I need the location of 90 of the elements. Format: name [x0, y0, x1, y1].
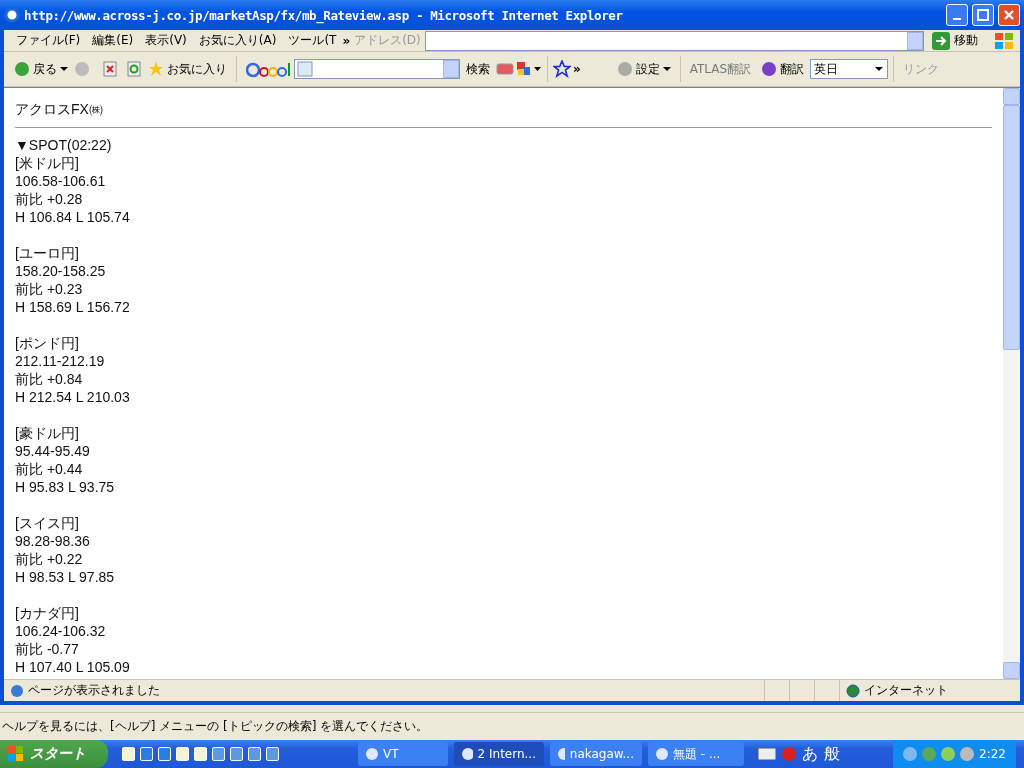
clock: 2:22	[979, 747, 1006, 761]
high-low-range: H 95.83 L 93.75	[15, 478, 116, 496]
quick-launch-icon[interactable]	[140, 747, 153, 761]
atlas-translate-label: ATLAS翻訳	[688, 60, 753, 78]
blocks-icon[interactable]	[516, 61, 542, 77]
currency-name: [米ドル円]	[15, 154, 80, 172]
taskbar-button[interactable]: VT	[358, 742, 448, 766]
caret-icon	[60, 66, 68, 72]
favorites-button[interactable]: お気に入り	[144, 60, 231, 78]
bid-ask-quote: 98.28-98.36	[15, 532, 91, 550]
maximize-icon	[977, 9, 989, 21]
minimize-icon	[953, 18, 961, 20]
ime-indicator[interactable]: あ	[802, 743, 818, 765]
menu-item[interactable]: 編集(E)	[86, 32, 140, 49]
quick-launch-icon[interactable]	[266, 747, 279, 761]
page-heading: アクロスFX㈱	[15, 100, 104, 118]
more-menu-chevron[interactable]: »	[342, 33, 351, 48]
star-icon	[148, 61, 164, 77]
price-change: 前比 +0.22	[15, 550, 84, 568]
settings-button[interactable]: 設定	[612, 60, 675, 78]
more-toolbar-chevron[interactable]: »	[573, 62, 581, 76]
windows-logo-icon	[8, 746, 24, 762]
price-change: 前比 +0.28	[15, 190, 84, 208]
price-change: 前比 +0.84	[15, 370, 84, 388]
status-message: ページが表示されました	[28, 682, 160, 699]
menu-item[interactable]: ファイル(F)	[10, 32, 87, 49]
minimize-button[interactable]	[946, 4, 968, 26]
scrollbar[interactable]	[1003, 88, 1020, 679]
tray-icon[interactable]	[960, 747, 975, 761]
ime-indicator[interactable]: 般	[824, 743, 840, 765]
menu-item[interactable]: 表示(V)	[139, 32, 193, 49]
quick-launch-icon[interactable]	[230, 747, 243, 761]
high-low-range: H 212.54 L 210.03	[15, 388, 131, 406]
high-low-range: H 107.40 L 105.09	[15, 658, 131, 676]
stop-icon[interactable]	[102, 61, 118, 77]
currency-name: [豪ドル円]	[15, 424, 80, 442]
bid-ask-quote: 95.44-95.49	[15, 442, 91, 460]
menu-item[interactable]: お気に入り(A)	[192, 32, 283, 49]
address-label: アドレス(D)	[353, 32, 422, 49]
currency-name: [スイス円]	[15, 514, 80, 532]
spot-time: ▼SPOT(02:22)	[15, 136, 113, 154]
quick-launch-icon[interactable]	[212, 747, 225, 761]
windows-logo-icon	[994, 31, 1014, 50]
taskbar-button[interactable]: nakagaw...	[550, 742, 642, 766]
taskbar-button[interactable]: 無題 - ...	[648, 742, 744, 766]
tray-icon[interactable]	[941, 747, 956, 761]
taskbar-button[interactable]: 2 Intern...	[454, 742, 544, 766]
price-change: 前比 +0.44	[15, 460, 84, 478]
circle-icon	[616, 61, 633, 77]
menu-item[interactable]: ツール(T	[282, 32, 343, 49]
app-icon	[366, 748, 378, 760]
browser-icon	[4, 7, 20, 23]
app-icon	[462, 748, 473, 760]
security-zone: インターネット	[864, 682, 948, 699]
maximize-button[interactable]	[972, 4, 994, 26]
bid-ask-quote: 158.20-158.25	[15, 262, 107, 280]
quick-launch-icon[interactable]	[158, 747, 171, 761]
bid-ask-quote: 212.11-212.19	[15, 352, 106, 370]
translate-button[interactable]: 翻訳	[757, 60, 809, 78]
high-low-range: H 98.53 L 97.85	[15, 568, 116, 586]
language-select[interactable]: 英日	[810, 59, 889, 79]
bid-ask-quote: 106.24-106.32	[15, 622, 107, 640]
help-text: ヘルプを見るには、[ヘルプ] メニューの [トピックの検索] を選んでください。	[2, 718, 429, 735]
tag-icon[interactable]	[496, 61, 514, 77]
go-button[interactable]: 移動	[924, 31, 986, 50]
page-icon	[10, 683, 24, 698]
star-icon[interactable]	[553, 60, 571, 78]
google-search-field[interactable]	[294, 59, 460, 79]
app-icon	[558, 748, 565, 760]
window-title: http://www.across-j.co.jp/marketAsp/fx/mb_Rateview.asp - Microsoft Internet Explorer	[24, 7, 624, 23]
address-field[interactable]	[424, 30, 924, 51]
tray-icon[interactable]	[903, 747, 918, 761]
keyboard-icon	[758, 748, 776, 760]
currency-name: [カナダ円]	[15, 604, 80, 622]
price-change: 前比 +0.23	[15, 280, 84, 298]
close-icon	[1003, 9, 1015, 21]
search-button[interactable]: 検索	[462, 60, 494, 78]
app-icon	[656, 748, 668, 760]
bid-ask-quote: 106.58-106.61	[15, 172, 107, 190]
caret-icon	[662, 66, 671, 72]
high-low-range: H 106.84 L 105.74	[15, 208, 131, 226]
currency-name: [ユーロ円]	[15, 244, 80, 262]
close-button[interactable]	[998, 4, 1020, 26]
currency-name: [ポンド円]	[15, 334, 80, 352]
quick-launch-icon[interactable]	[248, 747, 261, 761]
high-low-range: H 158.69 L 156.72	[15, 298, 131, 316]
back-button[interactable]: 戻る	[10, 60, 72, 78]
refresh-icon[interactable]	[126, 61, 142, 77]
google-logo-icon	[246, 60, 292, 78]
price-change: 前比 -0.77	[15, 640, 80, 658]
